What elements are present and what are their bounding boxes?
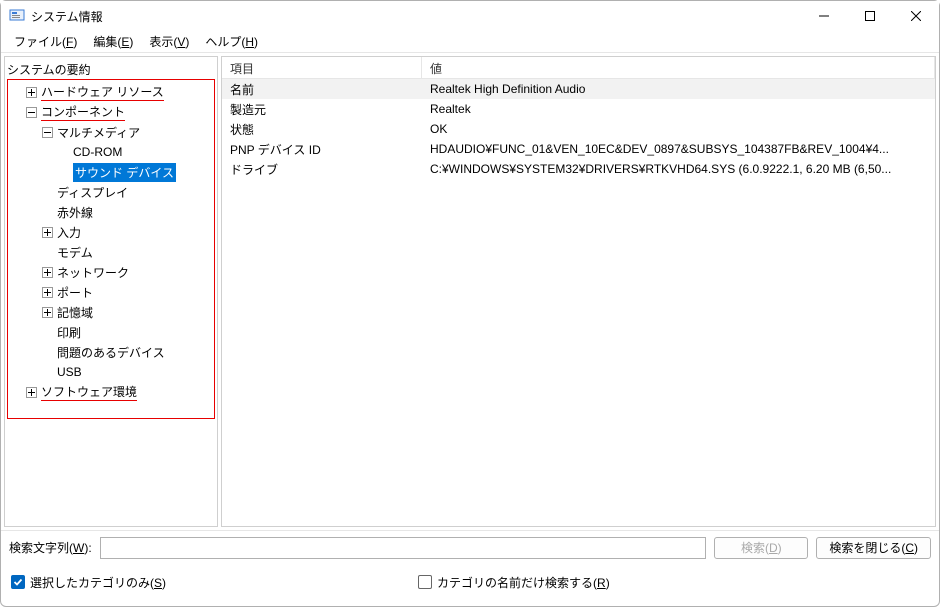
- tree-usb[interactable]: USB: [8, 362, 214, 382]
- options-bar: 選択したカテゴリのみ(S) カテゴリの名前だけ検索する(R): [1, 564, 939, 600]
- tree-print[interactable]: 印刷: [8, 322, 214, 342]
- close-button[interactable]: [893, 1, 939, 31]
- tree-label: システムの要約: [7, 61, 91, 78]
- menu-edit[interactable]: 編集(E): [86, 31, 140, 52]
- tree-label: モデム: [57, 244, 93, 261]
- tree-label: ネットワーク: [57, 264, 129, 281]
- cell-item: 名前: [222, 81, 422, 98]
- detail-row[interactable]: 名前 Realtek High Definition Audio: [222, 79, 935, 99]
- tree-problem[interactable]: 問題のあるデバイス: [8, 342, 214, 362]
- tree-port[interactable]: ポート: [8, 282, 214, 302]
- titlebar: システム情報: [1, 1, 939, 31]
- tree-label: USB: [57, 365, 82, 379]
- details-pane: 項目 値 名前 Realtek High Definition Audio 製造…: [221, 56, 936, 527]
- menu-help[interactable]: ヘルプ(H): [198, 31, 265, 52]
- close-search-button[interactable]: 検索を閉じる(C): [816, 537, 931, 559]
- tree-infrared[interactable]: 赤外線: [8, 202, 214, 222]
- content-area: システムの要約 ハードウェア リソース コンポーネント マルチメディア CD-R…: [1, 53, 939, 530]
- tree-network[interactable]: ネットワーク: [8, 262, 214, 282]
- collapse-icon[interactable]: [26, 107, 37, 118]
- tree-input[interactable]: 入力: [8, 222, 214, 242]
- tree-display[interactable]: ディスプレイ: [8, 182, 214, 202]
- search-label: 検索文字列(W):: [9, 539, 92, 556]
- detail-row[interactable]: ドライブ C:¥WINDOWS¥SYSTEM32¥DRIVERS¥RTKVHD6…: [222, 159, 935, 179]
- option-selected-category[interactable]: 選択したカテゴリのみ(S): [11, 574, 166, 591]
- tree-root[interactable]: システムの要約: [5, 59, 217, 79]
- tree-software[interactable]: ソフトウェア環境: [8, 382, 214, 402]
- detail-row[interactable]: 製造元 Realtek: [222, 99, 935, 119]
- minimize-button[interactable]: [801, 1, 847, 31]
- highlight-box: ハードウェア リソース コンポーネント マルチメディア CD-ROM サウンド …: [7, 79, 215, 419]
- option-label: 選択したカテゴリのみ(S): [30, 574, 166, 591]
- column-value[interactable]: 値: [422, 57, 935, 78]
- tree-label: ソフトウェア環境: [41, 383, 137, 401]
- tree-storage[interactable]: 記憶域: [8, 302, 214, 322]
- tree-hardware[interactable]: ハードウェア リソース: [8, 82, 214, 102]
- cell-value: Realtek: [422, 102, 935, 116]
- expand-icon[interactable]: [42, 307, 53, 318]
- cell-value: OK: [422, 122, 935, 136]
- tree-label: 赤外線: [57, 204, 93, 221]
- detail-row[interactable]: PNP デバイス ID HDAUDIO¥FUNC_01&VEN_10EC&DEV…: [222, 139, 935, 159]
- detail-row[interactable]: 状態 OK: [222, 119, 935, 139]
- tree-label: 記憶域: [57, 304, 93, 321]
- expand-icon[interactable]: [42, 287, 53, 298]
- cell-item: PNP デバイス ID: [222, 141, 422, 158]
- search-bar: 検索文字列(W): 検索(D) 検索を閉じる(C): [1, 530, 939, 564]
- tree-label: 入力: [57, 224, 81, 241]
- tree-components[interactable]: コンポーネント: [8, 102, 214, 122]
- find-button[interactable]: 検索(D): [714, 537, 808, 559]
- cell-value: Realtek High Definition Audio: [422, 82, 935, 96]
- tree-sound[interactable]: サウンド デバイス: [8, 162, 214, 182]
- expand-icon[interactable]: [26, 387, 37, 398]
- cell-item: 状態: [222, 121, 422, 138]
- tree-label: CD-ROM: [73, 145, 122, 159]
- tree-label: ディスプレイ: [57, 184, 128, 201]
- option-label: カテゴリの名前だけ検索する(R): [437, 574, 610, 591]
- cell-item: 製造元: [222, 101, 422, 118]
- cell-value: C:¥WINDOWS¥SYSTEM32¥DRIVERS¥RTKVHD64.SYS…: [422, 162, 935, 176]
- column-item[interactable]: 項目: [222, 57, 422, 78]
- window-title: システム情報: [31, 8, 103, 25]
- tree-multimedia[interactable]: マルチメディア: [8, 122, 214, 142]
- menu-view[interactable]: 表示(V): [142, 31, 196, 52]
- expand-icon[interactable]: [42, 227, 53, 238]
- collapse-icon[interactable]: [42, 127, 53, 138]
- tree-pane[interactable]: システムの要約 ハードウェア リソース コンポーネント マルチメディア CD-R…: [4, 56, 218, 527]
- tree-label: コンポーネント: [41, 103, 125, 121]
- tree-label: マルチメディア: [57, 124, 140, 141]
- menubar: ファイル(F) 編集(E) 表示(V) ヘルプ(H): [1, 31, 939, 53]
- tree-label: 問題のあるデバイス: [57, 344, 165, 361]
- checkbox-checked-icon[interactable]: [11, 575, 25, 589]
- details-header: 項目 値: [222, 57, 935, 79]
- tree-label-selected: サウンド デバイス: [73, 163, 176, 182]
- tree-cdrom[interactable]: CD-ROM: [8, 142, 214, 162]
- menu-file[interactable]: ファイル(F): [7, 31, 84, 52]
- tree-modem[interactable]: モデム: [8, 242, 214, 262]
- cell-item: ドライブ: [222, 161, 422, 178]
- cell-value: HDAUDIO¥FUNC_01&VEN_10EC&DEV_0897&SUBSYS…: [422, 142, 935, 156]
- search-input[interactable]: [100, 537, 707, 559]
- tree-label: 印刷: [57, 324, 81, 341]
- app-icon: [9, 8, 25, 24]
- maximize-button[interactable]: [847, 1, 893, 31]
- expand-icon[interactable]: [42, 267, 53, 278]
- option-category-name-only[interactable]: カテゴリの名前だけ検索する(R): [418, 574, 610, 591]
- checkbox-icon[interactable]: [418, 575, 432, 589]
- tree-label: ハードウェア リソース: [41, 83, 164, 101]
- expand-icon[interactable]: [26, 87, 37, 98]
- tree-label: ポート: [57, 284, 93, 301]
